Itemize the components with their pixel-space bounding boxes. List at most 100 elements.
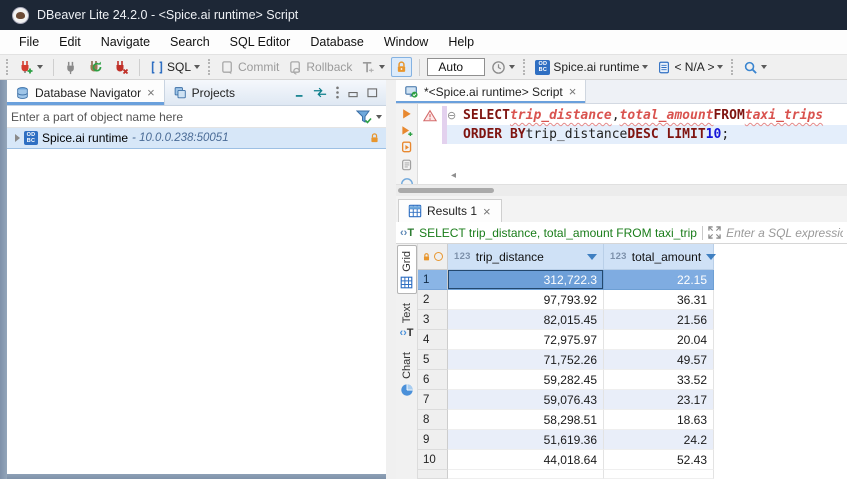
cell-total_amount[interactable]: 52.43 <box>604 450 714 470</box>
cell-trip_distance[interactable]: 58,298.51 <box>448 410 604 430</box>
editor-results-splitter[interactable] <box>396 184 847 196</box>
autocommit-mode-combo[interactable]: Auto <box>427 58 485 76</box>
rollback-button[interactable]: Rollback <box>285 58 355 77</box>
table-row[interactable]: 759,076.4323.17 <box>418 390 847 410</box>
tab-results-1[interactable]: Results 1 × <box>398 199 502 222</box>
row-number[interactable]: 1 <box>418 270 448 290</box>
autocommit-lock-button[interactable] <box>391 57 412 77</box>
execute-new-tab-button[interactable] <box>400 125 414 137</box>
cell-total_amount[interactable]: 21.56 <box>604 310 714 330</box>
maximize-icon[interactable] <box>367 88 378 98</box>
explain-plan-button[interactable] <box>400 159 414 172</box>
database-selector[interactable]: < N/A > <box>654 58 726 77</box>
editor-rail-more-icon[interactable] <box>400 177 414 184</box>
row-number[interactable]: 4 <box>418 330 448 350</box>
scroll-left-icon[interactable]: ◂ <box>447 170 456 181</box>
row-number[interactable]: 10 <box>418 450 448 470</box>
cell-trip_distance[interactable]: 71,752.26 <box>448 350 604 370</box>
expand-chevron-icon[interactable] <box>15 134 20 142</box>
expand-panel-icon[interactable] <box>708 226 721 239</box>
transaction-mode-button[interactable] <box>358 58 388 77</box>
minimize-icon[interactable] <box>295 88 305 98</box>
cell-total_amount[interactable]: 22.15 <box>604 270 714 290</box>
menu-search[interactable]: Search <box>161 32 219 52</box>
view-menu-icon[interactable] <box>335 86 340 99</box>
table-row[interactable]: 382,015.4521.56 <box>418 310 847 330</box>
menu-navigate[interactable]: Navigate <box>92 32 159 52</box>
table-row[interactable]: 659,282.4533.52 <box>418 370 847 390</box>
tab-sql-script[interactable]: *<Spice.ai runtime> Script × <box>396 80 586 103</box>
row-number[interactable]: 5 <box>418 350 448 370</box>
database-selector-caret[interactable] <box>717 65 723 69</box>
new-connection-caret[interactable] <box>37 65 43 69</box>
disconnect-button[interactable] <box>110 57 132 77</box>
menu-window[interactable]: Window <box>375 32 437 52</box>
connection-tree-item[interactable]: ODBC Spice.ai runtime - 10.0.0.238:50051 <box>7 128 386 149</box>
table-row[interactable]: 1044,018.6452.43 <box>418 450 847 470</box>
cell-trip_distance[interactable]: 72,975.97 <box>448 330 604 350</box>
object-filter-input[interactable] <box>11 110 356 124</box>
close-icon[interactable]: × <box>482 205 492 218</box>
cell-total_amount[interactable]: 49.57 <box>604 350 714 370</box>
cell-trip_distance[interactable]: 59,076.43 <box>448 390 604 410</box>
restore-icon[interactable] <box>348 88 359 98</box>
row-number[interactable]: 6 <box>418 370 448 390</box>
connection-selector-caret[interactable] <box>642 65 648 69</box>
execute-statement-button[interactable] <box>400 108 413 120</box>
panel-sash[interactable] <box>386 80 396 479</box>
table-row[interactable]: 297,793.9236.31 <box>418 290 847 310</box>
cell-total_amount[interactable]: 18.63 <box>604 410 714 430</box>
row-number[interactable]: 8 <box>418 410 448 430</box>
cell-trip_distance[interactable]: 44,018.64 <box>448 450 604 470</box>
filter-icon[interactable] <box>356 110 372 124</box>
cell-trip_distance[interactable]: 97,793.92 <box>448 290 604 310</box>
link-editor-icon[interactable] <box>313 87 327 98</box>
filter-caret[interactable] <box>376 115 382 119</box>
reconnect-button[interactable] <box>85 57 107 77</box>
menu-sql-editor[interactable]: SQL Editor <box>221 32 300 52</box>
menu-database[interactable]: Database <box>301 32 373 52</box>
table-row[interactable]: 571,752.2649.57 <box>418 350 847 370</box>
row-number[interactable]: 7 <box>418 390 448 410</box>
splitter-thumb[interactable] <box>398 188 494 193</box>
grid-corner-cell[interactable] <box>418 244 448 270</box>
commit-button[interactable]: Commit <box>217 58 282 77</box>
connect-button[interactable] <box>61 58 82 77</box>
transaction-caret[interactable] <box>379 65 385 69</box>
search-caret[interactable] <box>761 65 767 69</box>
column-header-trip_distance[interactable]: 123trip_distance <box>448 244 604 270</box>
table-row[interactable]: 951,619.3624.2 <box>418 430 847 450</box>
tab-grid-view[interactable]: Grid <box>397 245 417 294</box>
code-line-2[interactable]: ORDER BY trip_distance DESC LIMIT 10; <box>447 125 847 144</box>
sort-desc-icon[interactable] <box>587 254 597 260</box>
table-row[interactable]: 858,298.5118.63 <box>418 410 847 430</box>
cell-trip_distance[interactable]: 312,722.3 <box>448 270 604 290</box>
close-icon[interactable]: × <box>146 86 156 99</box>
row-number[interactable]: 9 <box>418 430 448 450</box>
tab-text-view[interactable]: Text ‹›T <box>397 298 417 343</box>
table-row[interactable]: 1312,722.322.15 <box>418 270 847 290</box>
menu-edit[interactable]: Edit <box>50 32 90 52</box>
new-connection-button[interactable] <box>15 57 46 77</box>
tab-database-navigator[interactable]: Database Navigator × <box>7 80 165 105</box>
sql-editor-button[interactable]: SQL <box>147 58 203 77</box>
tab-projects[interactable]: Projects <box>165 80 243 105</box>
menu-file[interactable]: File <box>10 32 48 52</box>
search-button[interactable] <box>740 58 770 77</box>
transaction-log-button[interactable] <box>488 58 518 77</box>
row-number[interactable]: 3 <box>418 310 448 330</box>
row-number[interactable]: 2 <box>418 290 448 310</box>
cell-total_amount[interactable]: 23.17 <box>604 390 714 410</box>
cell-trip_distance[interactable]: 51,619.36 <box>448 430 604 450</box>
table-row[interactable]: 472,975.9720.04 <box>418 330 847 350</box>
code-line-1[interactable]: ⊖SELECT trip_distance, total_amount FROM… <box>447 106 847 125</box>
cell-trip_distance[interactable]: 59,282.45 <box>448 370 604 390</box>
execute-script-button[interactable] <box>400 141 414 154</box>
connection-selector[interactable]: ODBC Spice.ai runtime <box>532 58 651 77</box>
cell-total_amount[interactable]: 20.04 <box>604 330 714 350</box>
close-icon[interactable]: × <box>568 85 578 98</box>
sql-expression-placeholder[interactable]: Enter a SQL expression to <box>726 226 843 240</box>
fold-collapse-icon[interactable]: ⊖ <box>447 106 463 125</box>
code-area[interactable]: ⊖SELECT trip_distance, total_amount FROM… <box>447 104 847 184</box>
cell-total_amount[interactable]: 33.52 <box>604 370 714 390</box>
